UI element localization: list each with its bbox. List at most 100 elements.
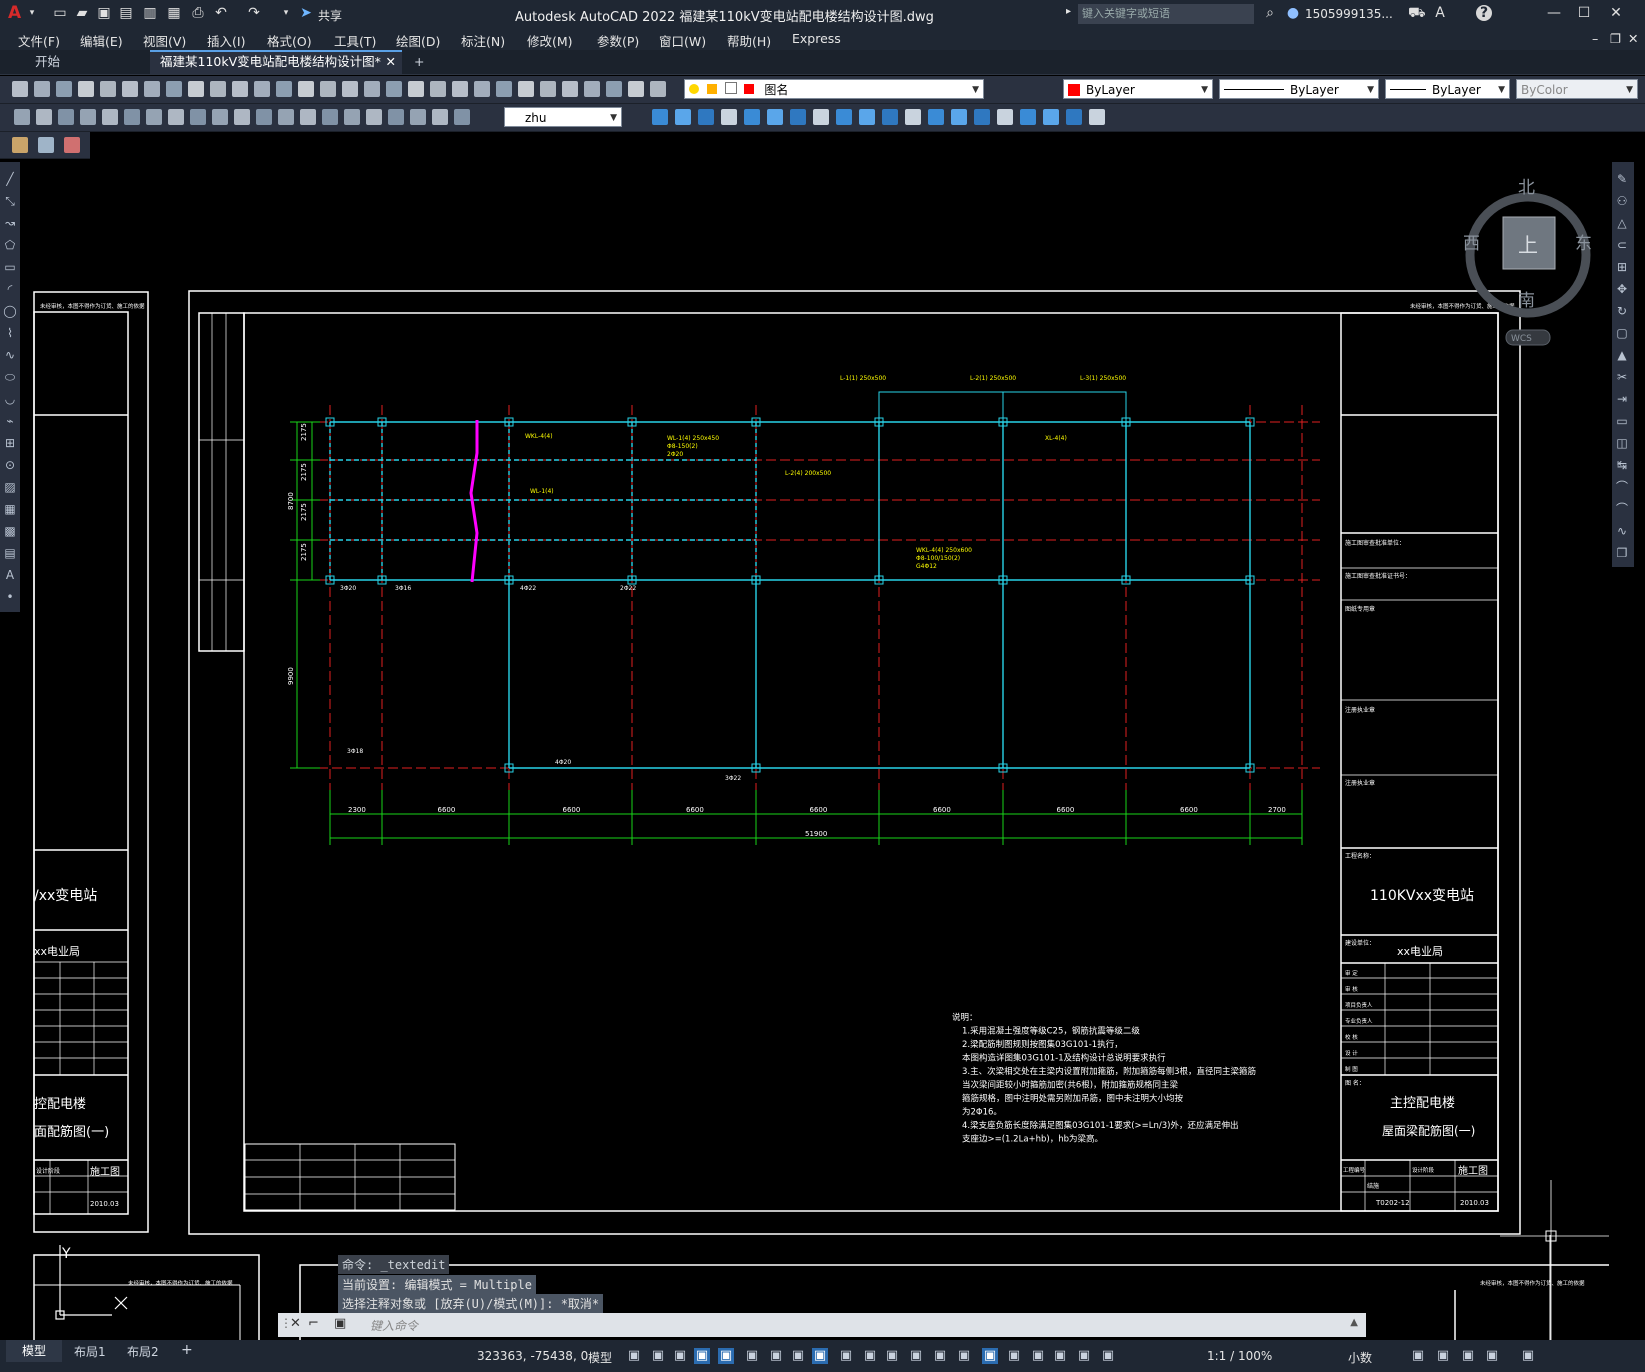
modify-side-15-icon[interactable]: ⌒ <box>1615 480 1629 494</box>
modify-side-4-icon[interactable]: ⊂ <box>1615 238 1629 252</box>
app-menu-chevron-icon[interactable]: ▾ <box>24 5 40 21</box>
tab-add-button[interactable]: + <box>404 50 434 74</box>
print-icon[interactable]: ⎙ <box>190 5 206 21</box>
model-space-button[interactable]: 模型 <box>588 1349 612 1366</box>
draw-tool-7-icon[interactable]: ◯ <box>3 304 17 318</box>
standard-tool-9-icon[interactable] <box>188 81 204 97</box>
autodesk-account-icon[interactable]: A <box>1432 5 1448 21</box>
draw-tool-15-icon[interactable]: ▨ <box>3 480 17 494</box>
standard-tool-10-icon[interactable] <box>210 81 226 97</box>
layout-tab-2[interactable]: 布局2 <box>127 1343 159 1360</box>
menu-edit[interactable]: 编辑(E) <box>80 31 123 50</box>
layer-dropdown[interactable]: 图名 ▼ <box>684 79 984 99</box>
command-input[interactable]: 键入命令 <box>370 1317 418 1334</box>
menu-modify[interactable]: 修改(M) <box>527 31 573 50</box>
draw-tool-4-icon[interactable]: ⬠ <box>3 238 17 252</box>
user-name[interactable]: 1505999135... <box>1305 7 1393 21</box>
draw-tool-3-icon[interactable]: ↝ <box>3 216 17 230</box>
draw-tool-13-icon[interactable]: ⊞ <box>3 436 17 450</box>
dim-tool-1-icon[interactable] <box>14 109 30 125</box>
dim-tool-9-icon[interactable] <box>190 109 206 125</box>
doc-restore-icon[interactable]: ❐ <box>1610 31 1621 46</box>
standard-tool-13-icon[interactable] <box>276 81 292 97</box>
modify-side-14-icon[interactable]: ↹ <box>1615 458 1629 472</box>
draw-tool-1-icon[interactable]: ╱ <box>3 172 17 186</box>
tab-active-drawing[interactable]: 福建某110kV变电站配电楼结构设计图* ✕ <box>150 50 402 74</box>
standard-tool-11-icon[interactable] <box>232 81 248 97</box>
units-display[interactable]: 小数 <box>1348 1349 1372 1366</box>
infer-icon[interactable]: ▣ <box>694 1348 710 1364</box>
filter-icon[interactable]: ▣ <box>1006 1348 1022 1364</box>
menu-dimension[interactable]: 标注(N) <box>461 31 505 50</box>
modify-tool-13-icon[interactable] <box>928 109 944 125</box>
tab-start[interactable]: 开始 <box>25 50 165 74</box>
standard-tool-29-icon[interactable] <box>628 81 644 97</box>
standard-tool-16-icon[interactable] <box>342 81 358 97</box>
polar-menu-icon[interactable]: ▣ <box>768 1348 784 1364</box>
modify-side-11-icon[interactable]: ⇥ <box>1615 392 1629 406</box>
modify-side-5-icon[interactable]: ⊞ <box>1615 260 1629 274</box>
standard-tool-20-icon[interactable] <box>430 81 446 97</box>
standard-tool-12-icon[interactable] <box>254 81 270 97</box>
draw-tool-10-icon[interactable]: ⬭ <box>3 370 17 384</box>
modify-tool-2-icon[interactable] <box>675 109 691 125</box>
user-icon[interactable]: ● <box>1285 5 1301 21</box>
dim-tool-13-icon[interactable] <box>278 109 294 125</box>
draw-tool-2-icon[interactable]: ⤡ <box>3 194 17 208</box>
standard-tool-28-icon[interactable] <box>606 81 622 97</box>
customize-icon[interactable]: ▣ <box>1520 1348 1536 1364</box>
draw-tool-17-icon[interactable]: ▩ <box>3 524 17 538</box>
standard-tool-18-icon[interactable] <box>386 81 402 97</box>
autocad-logo-icon[interactable]: A <box>8 3 21 23</box>
modify-side-8-icon[interactable]: ▢ <box>1615 326 1629 340</box>
menu-tools[interactable]: 工具(T) <box>334 31 376 50</box>
draw-tool-14-icon[interactable]: ⊙ <box>3 458 17 472</box>
transparency-icon[interactable]: ▣ <box>908 1348 924 1364</box>
isolate-icon[interactable]: ▣ <box>1435 1348 1451 1364</box>
cart-icon[interactable]: ⛟ <box>1408 5 1426 21</box>
standard-tool-5-icon[interactable] <box>100 81 116 97</box>
osnap-icon[interactable]: ▣ <box>838 1348 854 1364</box>
draw-tool-9-icon[interactable]: ∿ <box>3 348 17 362</box>
dim-tool-2-icon[interactable] <box>36 109 52 125</box>
command-close-icon[interactable]: ✕ <box>290 1316 301 1331</box>
minimize-icon[interactable]: — <box>1546 5 1562 21</box>
modify-side-9-icon[interactable]: ▲ <box>1615 348 1629 362</box>
layout-add-button[interactable]: + <box>181 1342 193 1358</box>
dimstyle-dropdown[interactable]: zhu ▼ <box>504 107 622 127</box>
snap-menu-icon[interactable]: ▣ <box>672 1348 688 1364</box>
dim-tool-5-icon[interactable] <box>102 109 118 125</box>
dim-tool-18-icon[interactable] <box>388 109 404 125</box>
draw-tool-5-icon[interactable]: ▭ <box>3 260 17 274</box>
customize-chevron-icon[interactable]: ▾ <box>278 5 294 21</box>
annotation-visibility-icon[interactable]: ▣ <box>1052 1348 1068 1364</box>
dim-tool-17-icon[interactable] <box>366 109 382 125</box>
menu-parametric[interactable]: 参数(P) <box>597 31 639 50</box>
modify-tool-7-icon[interactable] <box>790 109 806 125</box>
modify-side-17-icon[interactable]: ∿ <box>1615 524 1629 538</box>
gizmo-icon[interactable]: ▣ <box>1030 1348 1046 1364</box>
modify-side-2-icon[interactable]: ⚇ <box>1615 194 1629 208</box>
modify-tool-19-icon[interactable] <box>1066 109 1082 125</box>
close-icon[interactable]: ✕ <box>1608 5 1624 21</box>
search-expand-icon[interactable]: ▸ <box>1066 6 1071 17</box>
standard-tool-24-icon[interactable] <box>518 81 534 97</box>
dim-tool-21-icon[interactable] <box>454 109 470 125</box>
menu-file[interactable]: 文件(F) <box>18 31 60 50</box>
layout-tab-1[interactable]: 布局1 <box>74 1343 106 1360</box>
annotation-scale[interactable]: 1:1 / 100% <box>1207 1349 1272 1363</box>
share-icon[interactable]: ➤ <box>298 5 314 21</box>
drawing-canvas[interactable]: 未经审核，本图不得作为订货、施工的依据 /xx变电站 xx电业局 控配电楼 面配… <box>20 160 1611 1346</box>
3d-osnap-icon[interactable]: ▣ <box>956 1348 972 1364</box>
osnap-menu-icon[interactable]: ▣ <box>862 1348 878 1364</box>
undo-icon[interactable]: ↶ <box>213 5 229 21</box>
open-file-icon[interactable]: ▰ <box>74 5 90 21</box>
dim-tool-11-icon[interactable] <box>234 109 250 125</box>
workspace-icon[interactable]: ▣ <box>1100 1348 1116 1364</box>
clean-screen-icon[interactable]: ▣ <box>1484 1348 1500 1364</box>
modify-side-16-icon[interactable]: ⌒ <box>1615 502 1629 516</box>
standard-tool-30-icon[interactable] <box>650 81 666 97</box>
save-as-icon[interactable]: ▤ <box>118 5 134 21</box>
dim-tool-19-icon[interactable] <box>410 109 426 125</box>
modify-tool-8-icon[interactable] <box>813 109 829 125</box>
